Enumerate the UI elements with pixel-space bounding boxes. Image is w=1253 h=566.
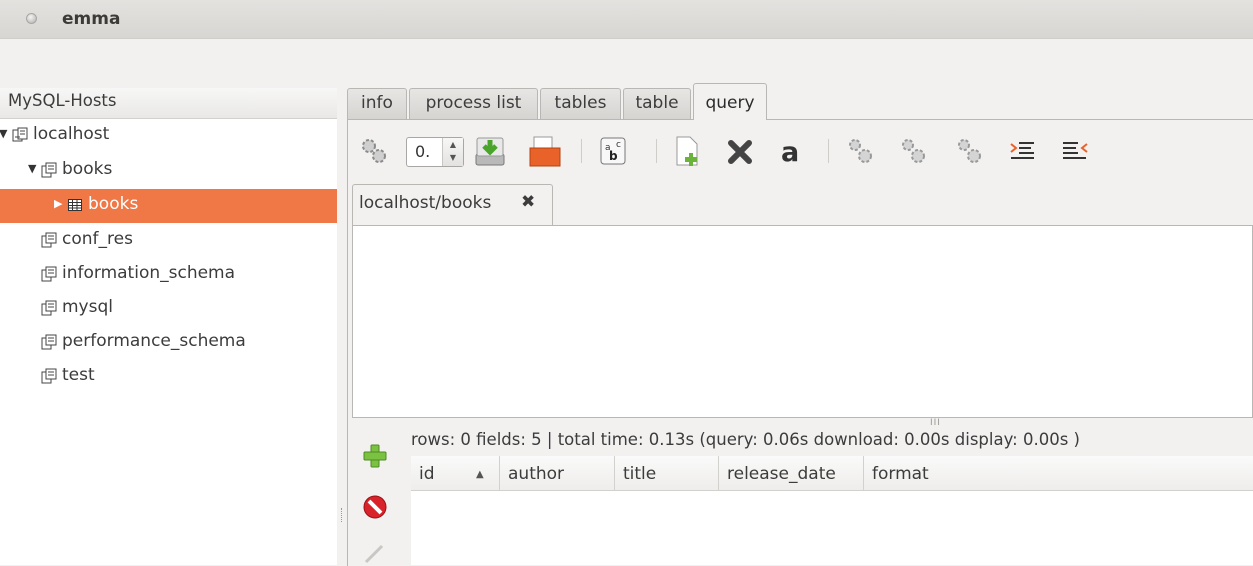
pane-splitter[interactable] (337, 88, 345, 565)
column-header-label: author (508, 464, 565, 484)
column-header-label: release_date (727, 464, 836, 484)
spinner-arrows-icon[interactable]: ▲ ▼ (442, 138, 463, 166)
query-status: rows: 0 fields: 5 | total time: 0.13s (q… (411, 430, 1080, 449)
expand-arrow-icon[interactable]: ▼ (0, 127, 7, 140)
limit-value: 0. (415, 142, 431, 161)
query-document-tab[interactable]: localhost/books ✖ (352, 184, 553, 226)
column-header-format[interactable]: format (864, 456, 1253, 491)
database-icon (41, 266, 57, 282)
database-icon (41, 300, 57, 316)
database-icon (41, 232, 57, 248)
column-header-label: format (872, 464, 929, 484)
tree-item-label: test (62, 365, 95, 385)
tree-item-books-db[interactable]: ▼ books (0, 154, 337, 188)
column-header-label: id (419, 464, 435, 484)
tab-info[interactable]: info (347, 88, 407, 119)
svg-text:b: b (609, 149, 618, 163)
tree-item-label: performance_schema (62, 331, 246, 351)
tree-item-test[interactable]: test (0, 360, 337, 394)
sort-ascending-icon: ▲ (476, 469, 484, 480)
splitter-grip[interactable]: III (930, 418, 941, 428)
execute-current-icon[interactable] (896, 134, 930, 168)
column-header-title[interactable]: title (615, 456, 719, 491)
close-query-icon[interactable] (724, 134, 758, 168)
table-icon (68, 199, 82, 211)
execute-all-icon[interactable] (843, 134, 877, 168)
close-tab-icon[interactable]: ✖ (521, 192, 535, 212)
tree-item-conf-res[interactable]: conf_res (0, 224, 337, 258)
column-header-release-date[interactable]: release_date (719, 456, 864, 491)
toolbar-separator (656, 139, 657, 163)
limit-spinner[interactable]: 0. ▲ ▼ (406, 137, 464, 167)
hosts-tree: MySQL-Hosts ▼ localhost ▼ books ▶ books (0, 88, 337, 565)
database-icon (41, 334, 57, 350)
title-bar: emma (0, 0, 1253, 39)
tree-item-label: books (88, 194, 139, 214)
toolbar-separator (828, 139, 829, 163)
tab-tables[interactable]: tables (540, 88, 621, 119)
tab-query[interactable]: query (693, 83, 767, 120)
tree-item-label: conf_res (62, 229, 133, 249)
database-icon (41, 162, 57, 178)
new-query-icon[interactable] (670, 134, 704, 168)
apply-changes-icon[interactable] (362, 540, 388, 566)
tree-item-mysql[interactable]: mysql (0, 292, 337, 326)
tree-item-label: mysql (62, 297, 113, 317)
abc-format-icon[interactable]: a c b (596, 134, 630, 168)
toolbar-separator (581, 139, 582, 163)
outdent-icon[interactable] (1058, 134, 1092, 168)
query-tab-label: localhost/books (359, 193, 492, 213)
tree-item-label: books (62, 159, 113, 179)
delete-row-icon[interactable] (362, 494, 388, 520)
tree-item-information-schema[interactable]: information_schema (0, 258, 337, 292)
download-icon[interactable] (473, 134, 507, 168)
tree-item-books-table[interactable]: ▶ books (0, 189, 337, 223)
expand-arrow-icon[interactable]: ▼ (28, 162, 36, 175)
column-header-id[interactable]: id ▲ (411, 456, 500, 491)
results-grid[interactable]: id ▲ author title release_date format (411, 456, 1253, 565)
indent-icon[interactable] (1005, 134, 1039, 168)
add-row-icon[interactable] (362, 443, 388, 469)
execute-icon[interactable] (357, 134, 391, 168)
open-folder-icon[interactable] (528, 134, 562, 168)
tab-table[interactable]: table (623, 88, 691, 119)
tree-item-label: localhost (33, 124, 110, 144)
tree-item-performance-schema[interactable]: performance_schema (0, 326, 337, 360)
tab-process-list[interactable]: process list (409, 88, 538, 119)
column-header-label: title (623, 464, 657, 484)
tree-header-label: MySQL-Hosts (8, 91, 117, 110)
database-icon (41, 368, 57, 384)
svg-text:a: a (781, 137, 799, 168)
a-icon[interactable]: a (776, 134, 810, 168)
expand-arrow-icon[interactable]: ▶ (54, 197, 62, 210)
execute-selection-icon[interactable] (952, 134, 986, 168)
query-editor[interactable] (352, 225, 1253, 418)
window-control-icon[interactable] (26, 13, 37, 24)
tree-item-localhost[interactable]: ▼ localhost (0, 119, 337, 153)
column-header-author[interactable]: author (500, 456, 615, 491)
tree-item-label: information_schema (62, 263, 236, 283)
tree-header[interactable]: MySQL-Hosts (0, 88, 337, 119)
host-icon (12, 127, 28, 142)
window-title: emma (62, 9, 121, 29)
